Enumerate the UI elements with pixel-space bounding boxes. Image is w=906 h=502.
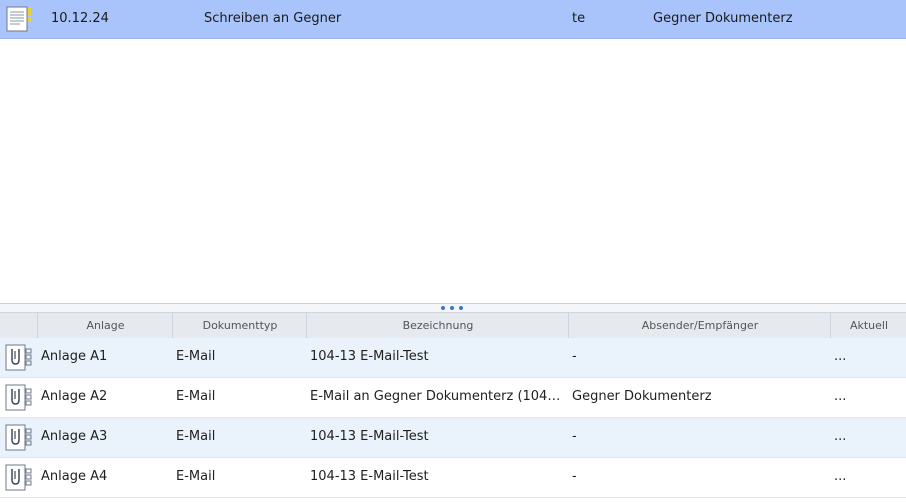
cell-absender: -: [572, 429, 577, 444]
row-title: Schreiben an Gegner: [204, 11, 342, 26]
document-list-empty-area: [0, 39, 906, 303]
cell-dokumenttyp: E-Mail: [176, 349, 216, 364]
attachments-table-header: Anlage Dokumenttyp Bezeichnung Absender/…: [0, 312, 906, 340]
paperclip-attachment-icon: [5, 384, 32, 411]
cell-absender: -: [572, 349, 577, 364]
column-header-aktuell[interactable]: Aktuell: [830, 313, 906, 339]
cell-aktuell[interactable]: ...: [834, 429, 902, 444]
cell-dokumenttyp: E-Mail: [176, 429, 216, 444]
cell-anlage: Anlage A3: [41, 429, 108, 444]
table-row[interactable]: Anlage A3 E-Mail 104-13 E-Mail-Test - ..…: [0, 418, 906, 458]
row-initials: te: [572, 11, 586, 26]
paperclip-attachment-icon: [5, 344, 32, 371]
row-date: 10.12.24: [51, 11, 109, 26]
cell-anlage: Anlage A4: [41, 469, 108, 484]
row-party: Gegner Dokumenterz: [653, 11, 793, 26]
cell-anlage: Anlage A1: [41, 349, 108, 364]
cell-anlage: Anlage A2: [41, 389, 108, 404]
cell-bezeichnung: 104-13 E-Mail-Test: [310, 469, 429, 484]
cell-absender: Gegner Dokumenterz: [572, 389, 712, 404]
document-icon: [6, 6, 31, 32]
cell-aktuell[interactable]: ...: [834, 349, 902, 364]
cell-bezeichnung: E-Mail an Gegner Dokumenterz (104-13 ...: [310, 389, 564, 404]
cell-aktuell[interactable]: ...: [834, 469, 902, 484]
paperclip-attachment-icon: [5, 424, 32, 451]
selected-document-row[interactable]: 10.12.24 Schreiben an Gegner te Gegner D…: [0, 0, 906, 39]
table-row[interactable]: Anlage A4 E-Mail 104-13 E-Mail-Test - ..…: [0, 458, 906, 498]
cell-dokumenttyp: E-Mail: [176, 469, 216, 484]
table-row[interactable]: Anlage A1 E-Mail 104-13 E-Mail-Test - ..…: [0, 338, 906, 378]
column-header-bezeichnung[interactable]: Bezeichnung: [306, 313, 569, 339]
attachments-table-body: Anlage A1 E-Mail 104-13 E-Mail-Test - ..…: [0, 338, 906, 498]
splitter-grip-icon[interactable]: [441, 306, 463, 310]
cell-bezeichnung: 104-13 E-Mail-Test: [310, 349, 429, 364]
cell-bezeichnung: 104-13 E-Mail-Test: [310, 429, 429, 444]
cell-dokumenttyp: E-Mail: [176, 389, 216, 404]
column-header-anlage[interactable]: Anlage: [37, 313, 173, 339]
column-header-absender[interactable]: Absender/Empfänger: [568, 313, 831, 339]
column-header-dokumenttyp[interactable]: Dokumenttyp: [172, 313, 307, 339]
table-row[interactable]: Anlage A2 E-Mail E-Mail an Gegner Dokume…: [0, 378, 906, 418]
column-header-icon[interactable]: [0, 313, 37, 339]
cell-absender: -: [572, 469, 577, 484]
paperclip-attachment-icon: [5, 464, 32, 491]
cell-aktuell[interactable]: ...: [834, 389, 902, 404]
